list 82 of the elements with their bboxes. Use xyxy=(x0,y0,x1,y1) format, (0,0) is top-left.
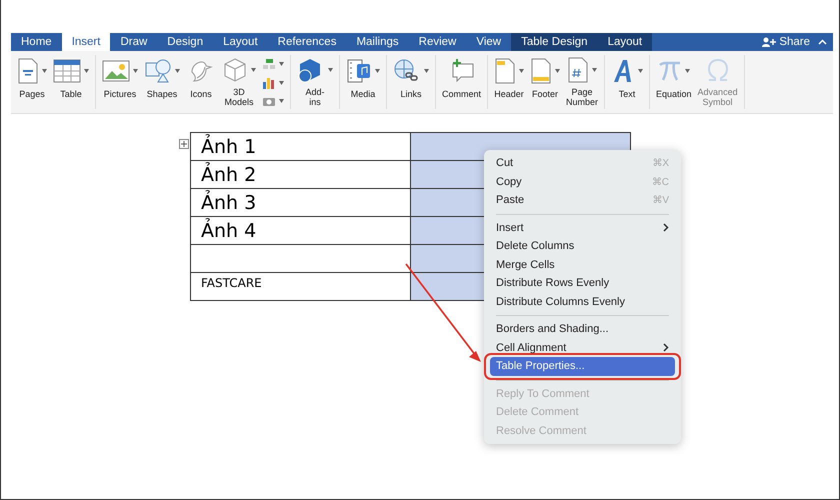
cube-icon xyxy=(222,57,248,83)
ribbon-tab[interactable]: View xyxy=(466,33,512,51)
caret-icon xyxy=(279,98,284,102)
menu-item[interactable]: Distribute Columns Evenly xyxy=(490,292,675,311)
ribbon-button[interactable]: Footer xyxy=(527,55,564,109)
caret-icon xyxy=(42,69,47,73)
ribbon-button[interactable]: Pictures xyxy=(99,55,141,109)
caret-icon xyxy=(251,68,256,72)
ribbon-button[interactable]: Text xyxy=(608,55,646,109)
add-person-icon xyxy=(762,37,776,47)
ribbon-button[interactable]: Comment xyxy=(439,55,484,109)
menu-item[interactable]: Insert xyxy=(490,218,675,237)
page-number-icon xyxy=(567,57,590,83)
ribbon-tab[interactable]: Mailings xyxy=(346,33,409,51)
chevron-right-icon xyxy=(663,223,669,232)
caret-icon xyxy=(519,69,524,73)
ribbon-button[interactable]: Header xyxy=(491,55,528,109)
ribbon-button[interactable]: Table xyxy=(50,55,92,109)
media-icon xyxy=(346,58,372,84)
caret-icon xyxy=(424,69,429,73)
ribbon-button[interactable]: Links xyxy=(390,55,432,109)
smartart-button[interactable] xyxy=(262,58,284,70)
ribbon-tab[interactable]: References xyxy=(268,33,346,51)
ribbon-button[interactable]: Add-ins xyxy=(294,55,336,109)
table-cell: FASTCARE xyxy=(190,272,410,300)
caret-icon xyxy=(684,69,690,73)
table-move-handle-icon[interactable] xyxy=(179,139,189,149)
ribbon-tab[interactable]: Home xyxy=(11,33,62,51)
ribbon-button[interactable]: Pages xyxy=(14,55,50,109)
caret-icon xyxy=(133,69,138,73)
ribbon-button[interactable]: Media xyxy=(343,55,383,109)
camera-icon xyxy=(262,96,276,106)
ribbon-tab[interactable]: Insert xyxy=(62,33,110,51)
shapes-icon xyxy=(144,58,172,84)
share-button[interactable]: Share xyxy=(758,33,814,51)
ribbon-button[interactable]: 3D Models xyxy=(219,55,259,109)
ribbon-tab[interactable]: Review xyxy=(408,33,466,51)
chevron-right-icon xyxy=(663,343,669,352)
shortcut-text: ⌘C xyxy=(652,176,669,188)
header-icon xyxy=(494,58,516,84)
menu-item[interactable]: Copy ⌘C xyxy=(490,172,675,191)
collapse-icon[interactable] xyxy=(818,39,827,45)
menu-item[interactable]: Borders and Shading... xyxy=(490,320,675,338)
caret-icon xyxy=(555,69,560,73)
ribbon-tab[interactable]: Draw xyxy=(110,33,158,51)
table-cell: Ảnh 3 xyxy=(190,188,410,216)
caret-icon xyxy=(279,80,284,84)
ribbon-button[interactable]: Equation xyxy=(653,55,695,109)
menu-item[interactable]: Delete Columns xyxy=(490,237,675,256)
menu-item[interactable]: Cell Alignment xyxy=(490,338,675,357)
chart-button[interactable] xyxy=(262,76,284,88)
caret-icon xyxy=(638,69,644,73)
ribbon-button[interactable]: Page Number xyxy=(563,55,602,109)
ribbon-button[interactable]: Shapes xyxy=(141,55,183,109)
omega-icon xyxy=(706,57,730,83)
ribbon-tab[interactable]: Design xyxy=(157,33,214,51)
caret-icon xyxy=(375,69,380,73)
ribbon-tab[interactable]: Table Design xyxy=(511,33,598,51)
screenshot-button[interactable] xyxy=(262,96,284,106)
menu-item[interactable]: Paste ⌘V xyxy=(490,191,675,210)
caret-icon xyxy=(84,69,89,73)
caret-icon xyxy=(592,68,598,72)
hierarchy-icon xyxy=(262,58,276,70)
caret-icon xyxy=(328,68,333,72)
page-icon xyxy=(17,58,39,84)
picture-icon xyxy=(102,59,130,83)
caret-icon xyxy=(175,69,180,73)
table-cell: Ảnh 4 xyxy=(190,216,410,244)
table-cell: Ảnh 1 xyxy=(190,132,410,160)
shortcut-text: ⌘V xyxy=(652,194,669,206)
bar-chart-icon xyxy=(262,76,276,88)
caret-icon xyxy=(279,62,284,66)
ribbon-button[interactable]: Icons xyxy=(183,55,219,109)
ribbon-tab[interactable]: Layout xyxy=(213,33,268,51)
menu-item[interactable]: Distribute Rows Evenly xyxy=(490,274,675,292)
footer-icon xyxy=(530,58,552,84)
table-icon xyxy=(53,59,81,83)
ribbon-tab[interactable]: Layout xyxy=(598,33,652,51)
menu-item[interactable]: Cut ⌘X xyxy=(490,154,675,172)
menu-item[interactable]: Merge Cells xyxy=(490,256,675,274)
shortcut-text: ⌘X xyxy=(652,157,669,170)
table-cell: Ảnh 2 xyxy=(190,160,410,188)
